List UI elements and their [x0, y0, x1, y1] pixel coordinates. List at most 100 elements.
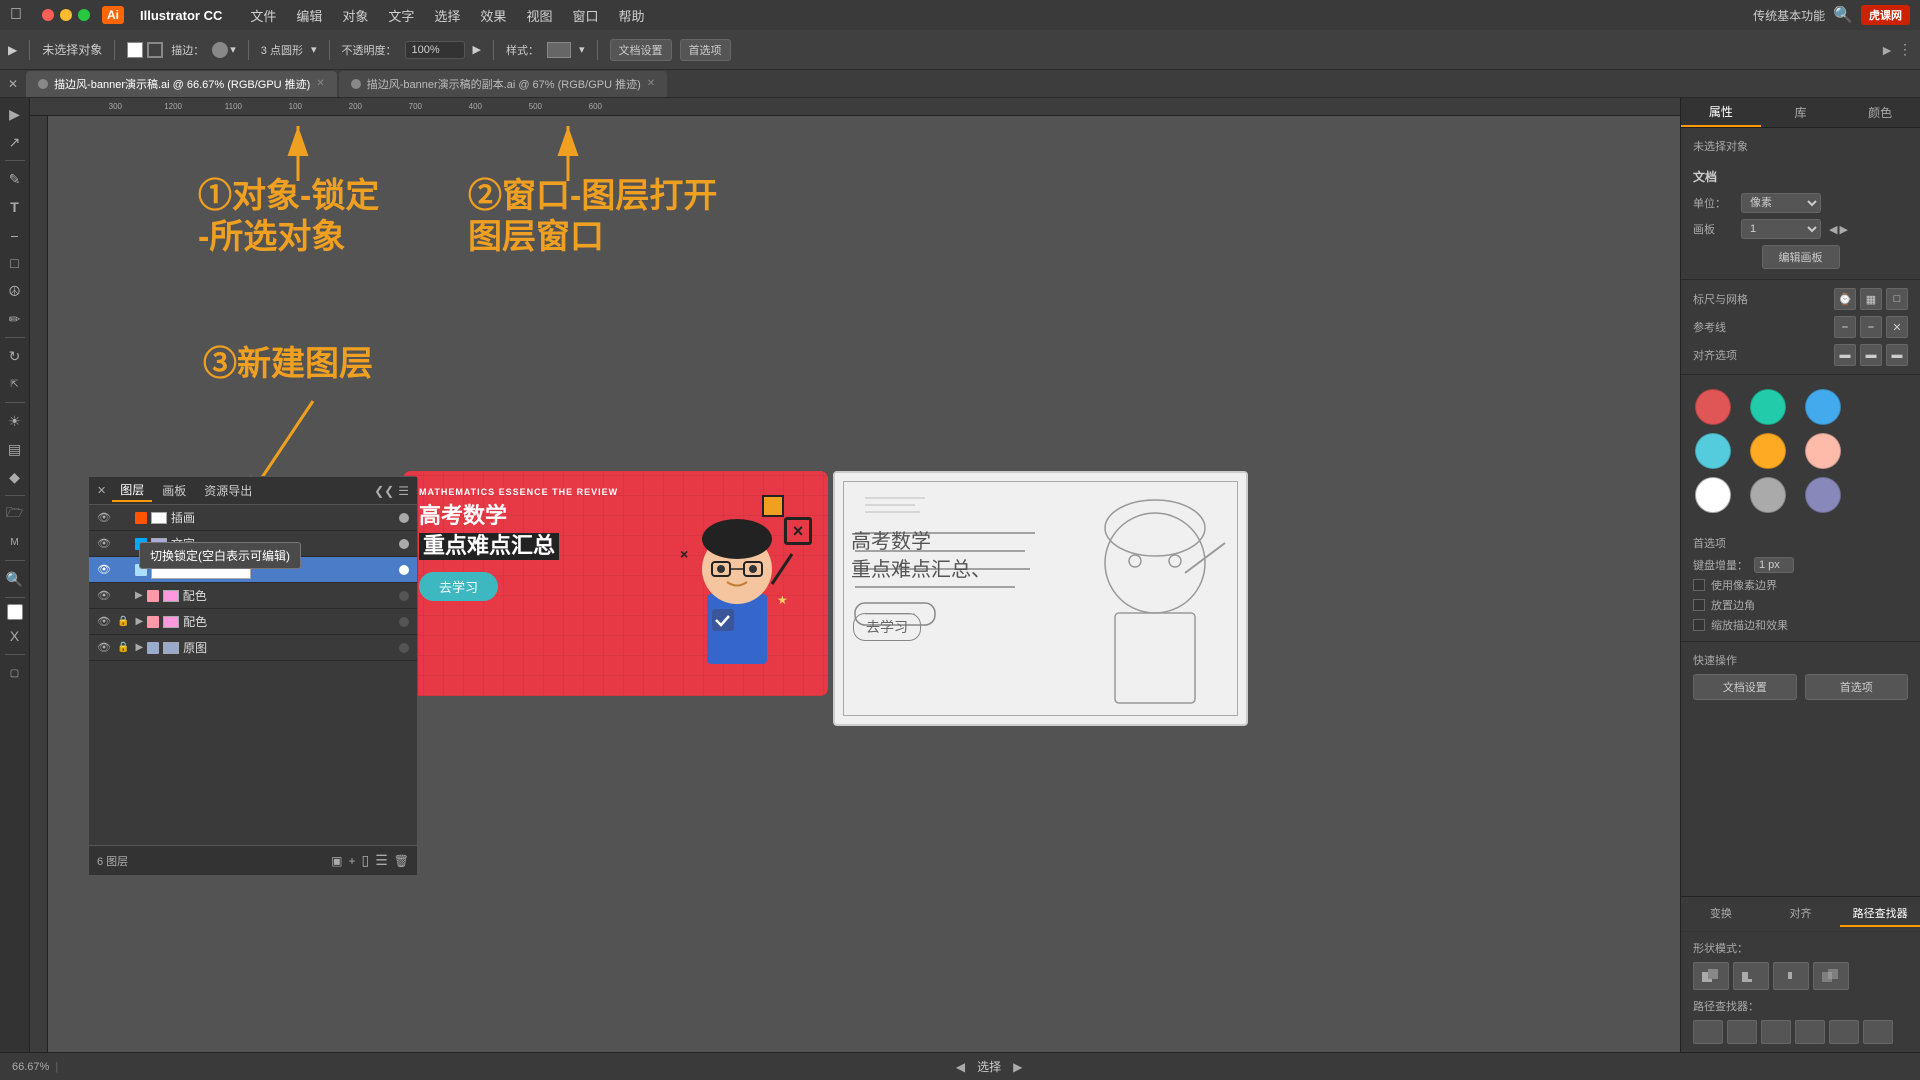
rp-tab-library[interactable]: 库 — [1761, 98, 1841, 127]
layers-panel-menu-btn[interactable]: ☰ — [375, 852, 388, 869]
rp-qa-doc-settings-btn[interactable]: 文档设置 — [1693, 674, 1797, 700]
stroke-field[interactable]: ▾ — [212, 42, 236, 58]
menu-effects[interactable]: 效果 — [472, 4, 514, 27]
layer-row-6[interactable]: 👁 🔒 ▶ 原图 — [89, 635, 417, 661]
fill-swatch[interactable] — [127, 42, 143, 58]
rp-bottom-tab-transform[interactable]: 变换 — [1681, 901, 1761, 927]
minimize-button[interactable] — [60, 9, 72, 21]
rp-outline-btn[interactable] — [1829, 1020, 1859, 1044]
rp-unit-select[interactable]: 像素 — [1741, 193, 1821, 213]
rp-guide-v-btn[interactable]: ⎯ — [1860, 316, 1882, 338]
menu-object[interactable]: 对象 — [334, 4, 376, 27]
menu-file[interactable]: 文件 — [242, 4, 284, 27]
layer-4-eye-icon[interactable]: 👁 — [97, 589, 111, 603]
toolbar-more-icon[interactable]: ⋮ — [1898, 41, 1912, 58]
rp-minus-front-btn[interactable] — [1733, 962, 1769, 990]
layer-1-eye-icon[interactable]: 👁 — [97, 511, 111, 525]
swatch-cyan[interactable] — [1695, 433, 1731, 469]
fullscreen-button[interactable] — [78, 9, 90, 21]
tab-close-all-icon[interactable]: ✕ — [8, 77, 18, 91]
layers-add-group-btn[interactable]: ▣ — [331, 854, 342, 868]
menu-select[interactable]: 选择 — [426, 4, 468, 27]
layer-6-expand-icon[interactable]: ▶ — [135, 642, 143, 653]
rp-guide-clear-btn[interactable]: ✕ — [1886, 316, 1908, 338]
apple-menu[interactable]:  — [10, 6, 22, 24]
rp-corner-checkbox[interactable] — [1693, 599, 1705, 611]
rp-bottom-tab-align[interactable]: 对齐 — [1761, 901, 1841, 927]
rp-trim-btn[interactable] — [1727, 1020, 1757, 1044]
direct-select-tool[interactable]: ↗ — [3, 130, 27, 154]
tab-1[interactable]: 描边风-banner演示稿.ai @ 66.67% (RGB/GPU 推迹) ✕ — [26, 71, 337, 97]
style-dropdown[interactable]: ▾ — [579, 43, 585, 56]
rp-scale-checkbox[interactable] — [1693, 619, 1705, 631]
swatch-purple[interactable] — [1805, 477, 1841, 513]
rp-align-center-btn[interactable]: ▬ — [1860, 344, 1882, 366]
tab-2-close[interactable]: ✕ — [647, 78, 655, 89]
zoom-tool[interactable]: 🔍 — [3, 567, 27, 591]
status-next-btn[interactable]: ▶ — [1013, 1060, 1022, 1074]
rp-unite-btn[interactable] — [1693, 962, 1729, 990]
rp-artboard-prev[interactable]: ◀ — [1829, 223, 1837, 236]
rp-tab-color[interactable]: 颜色 — [1840, 98, 1920, 127]
layer-row-5[interactable]: 👁 🔒 ▶ 配色 — [89, 609, 417, 635]
rp-artboard-select[interactable]: 1 — [1741, 219, 1821, 239]
rp-snap-pixel-checkbox[interactable] — [1693, 579, 1705, 591]
layers-collapse-btn[interactable]: ❮❮ — [374, 484, 394, 498]
layers-tab-layers[interactable]: 图层 — [112, 479, 152, 502]
shape-tool[interactable]: □ — [3, 251, 27, 275]
layers-duplicate-btn[interactable]: ▯ — [361, 852, 369, 869]
close-button[interactable] — [42, 9, 54, 21]
rp-keyboard-input[interactable] — [1754, 557, 1794, 573]
warp-tool[interactable]: ☀ — [3, 409, 27, 433]
rp-qa-preferences-btn[interactable]: 首选项 — [1805, 674, 1909, 700]
canvas-content[interactable]: ①对象-锁定 -所选对象 ②窗口-图层打开 图层窗口 — [48, 116, 1680, 1052]
rotate-tool[interactable]: ↻ — [3, 344, 27, 368]
rp-edit-artboard-btn[interactable]: 编辑画板 — [1762, 245, 1840, 269]
layer-3-eye-icon[interactable]: 👁 — [97, 563, 111, 577]
stroke-color-tool[interactable]: X — [3, 624, 27, 648]
rp-minus-back-btn[interactable] — [1863, 1020, 1893, 1044]
rp-bottom-tab-pathfinder[interactable]: 路径查找器 — [1840, 901, 1920, 927]
banner-button[interactable]: 去学习 — [419, 572, 498, 601]
layers-new-layer-btn[interactable]: + — [348, 854, 355, 868]
menu-edit[interactable]: 编辑 — [288, 4, 330, 27]
swatch-red[interactable] — [1695, 389, 1731, 425]
layer-row-1[interactable]: 👁 插画 — [89, 505, 417, 531]
toolbar-expand-icon[interactable]: ► — [1880, 42, 1894, 58]
rp-ruler-btn[interactable]: ⌚ — [1834, 288, 1856, 310]
screen-mode[interactable]: ▢ — [3, 661, 27, 685]
swatch-teal[interactable] — [1750, 389, 1786, 425]
tab-1-close[interactable]: ✕ — [316, 78, 324, 89]
opacity-input[interactable] — [405, 41, 465, 59]
stroke-swatch[interactable] — [147, 42, 163, 58]
layers-panel-close[interactable]: ✕ — [97, 484, 106, 497]
layers-delete-btn[interactable]: 🗑 — [394, 854, 409, 868]
graph-tool[interactable]: ▤ — [3, 437, 27, 461]
three-pt-circle-dropdown[interactable]: ▾ — [311, 43, 317, 56]
text-tool[interactable]: T — [3, 195, 27, 219]
layer-5-eye-icon[interactable]: 👁 — [97, 615, 111, 629]
layers-tab-artboards[interactable]: 画板 — [154, 480, 194, 501]
swatch-white[interactable] — [1695, 477, 1731, 513]
paintbrush-tool[interactable]: ☮ — [3, 279, 27, 303]
layers-menu-btn[interactable]: ☰ — [398, 484, 409, 498]
swatch-peach[interactable] — [1805, 433, 1841, 469]
preferences-toolbar-btn[interactable]: 首选项 — [680, 39, 731, 61]
blend-tool[interactable]: ◆ — [3, 465, 27, 489]
opacity-right-arrow[interactable]: ▶ — [473, 43, 481, 56]
selection-tool-icon[interactable]: ▶ — [8, 43, 17, 57]
fill-color[interactable] — [7, 604, 23, 620]
rp-crop-btn[interactable] — [1795, 1020, 1825, 1044]
rp-align-right-btn[interactable]: ▬ — [1886, 344, 1908, 366]
line-tool[interactable]: ⎯ — [3, 223, 27, 247]
menu-text[interactable]: 文字 — [380, 4, 422, 27]
layer-2-eye-icon[interactable]: 👁 — [97, 537, 111, 551]
scale-tool[interactable]: ⇱ — [3, 372, 27, 396]
style-swatch[interactable] — [547, 42, 571, 58]
layer-row-4[interactable]: 👁 ▶ 配色 — [89, 583, 417, 609]
measure-tool[interactable]: M — [3, 530, 27, 554]
layer-5-expand-icon[interactable]: ▶ — [135, 616, 143, 627]
swatch-orange[interactable] — [1750, 433, 1786, 469]
menu-window[interactable]: 窗口 — [564, 4, 606, 27]
swatch-blue[interactable] — [1805, 389, 1841, 425]
